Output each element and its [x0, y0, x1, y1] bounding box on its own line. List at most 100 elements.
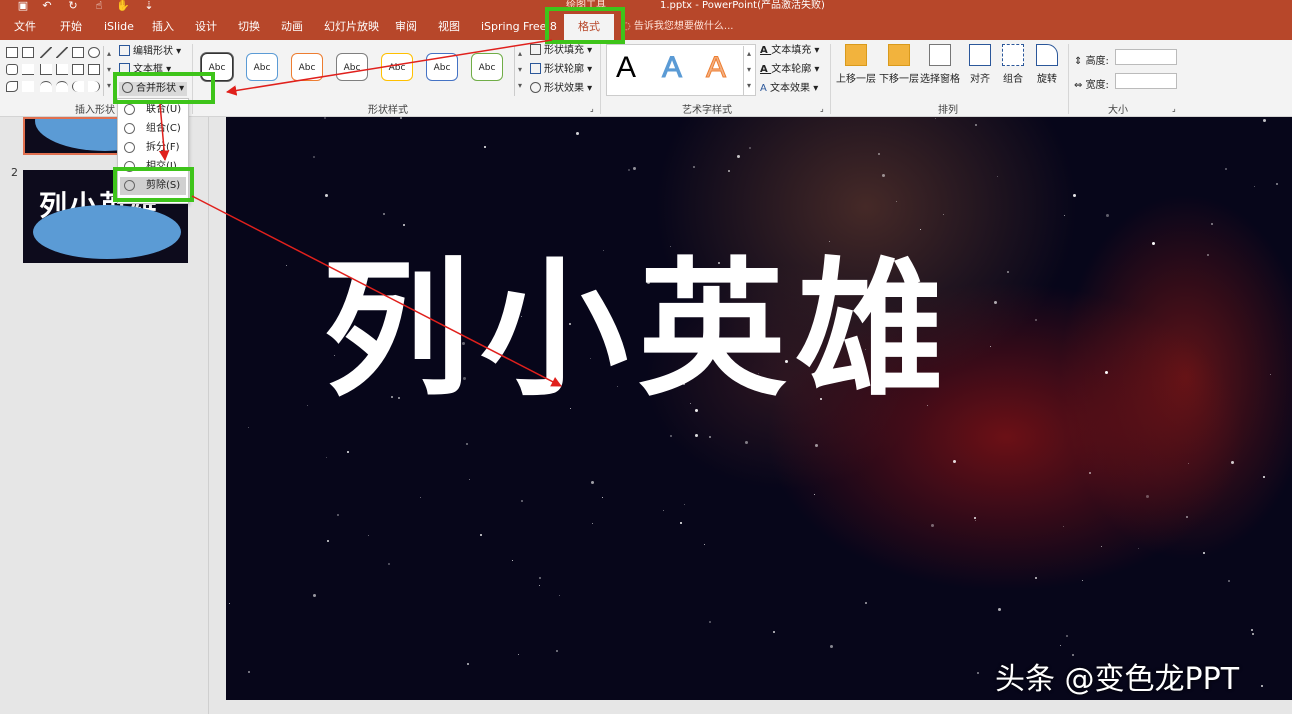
scribble-shape-icon[interactable]	[22, 81, 34, 92]
tab-islide[interactable]: iSlide	[104, 14, 134, 40]
shape-effects-button[interactable]: 形状效果 ▾	[530, 82, 592, 96]
down-arrow-shape-icon[interactable]	[88, 64, 100, 75]
star	[576, 132, 579, 135]
star	[693, 166, 695, 168]
undo-icon[interactable]: ↶	[40, 0, 54, 12]
star	[1231, 461, 1234, 464]
right-brace-shape-icon[interactable]	[88, 81, 100, 92]
shape-style-swatch[interactable]: Abc	[336, 53, 368, 81]
edit-shape-button[interactable]: 编辑形状 ▾	[119, 45, 181, 59]
star	[1035, 319, 1037, 321]
star	[830, 645, 833, 648]
shape-style-swatch[interactable]: Abc	[291, 53, 323, 81]
oval-shape-icon[interactable]	[88, 47, 100, 58]
bring-forward-button[interactable]: 上移一层	[834, 44, 878, 85]
shape-styles-scroll[interactable]: ▴ ▾ ▾	[514, 46, 525, 96]
text-effects-icon: A	[760, 83, 771, 94]
freeform-shape-icon[interactable]	[6, 81, 18, 92]
text-outline-button[interactable]: A 文本轮廓 ▾	[760, 63, 819, 77]
selection-pane-button[interactable]: 选择窗格	[918, 44, 962, 85]
star	[1211, 223, 1213, 225]
fragment-label: 拆分(F)	[146, 142, 180, 153]
wordart-blue-sample[interactable]: A	[661, 51, 682, 84]
star	[1252, 633, 1254, 635]
tab-view[interactable]: 视图	[438, 14, 460, 40]
save-icon[interactable]: ▣	[16, 0, 30, 12]
textbox-shape-icon[interactable]	[6, 47, 18, 58]
shape-outline-button[interactable]: 形状轮廓 ▾	[530, 63, 592, 77]
right-arrow-shape-icon[interactable]	[72, 64, 84, 75]
width-label: ⇔ 宽度:	[1074, 76, 1109, 91]
star	[997, 176, 998, 177]
star	[1082, 580, 1083, 581]
star	[684, 504, 685, 505]
union-icon	[124, 104, 135, 115]
tab-file[interactable]: 文件	[14, 14, 36, 40]
star	[420, 497, 421, 498]
height-input[interactable]	[1115, 49, 1177, 65]
text-fill-button[interactable]: A 文本填充 ▾	[760, 44, 819, 58]
group-separator	[1068, 44, 1069, 114]
arrange-group-label: 排列	[938, 105, 958, 116]
star	[745, 441, 748, 444]
shape-styles-launcher-icon[interactable]: ⌟	[590, 102, 594, 116]
slide-title[interactable]: 列小英雄	[322, 235, 954, 425]
star	[324, 117, 326, 119]
rectangle-shape-icon[interactable]	[72, 47, 84, 58]
wordart-gallery-scroll[interactable]: ▴ ▾ ▾	[743, 46, 754, 96]
shape-style-swatch[interactable]: Abc	[381, 53, 413, 81]
tab-review[interactable]: 审阅	[395, 14, 417, 40]
touch-icon[interactable]: ☝	[92, 0, 106, 12]
slide-thumbnails-pane: 2 列小英雄	[0, 117, 209, 714]
star	[935, 118, 936, 119]
rotate-button[interactable]: 旋转	[1025, 44, 1069, 85]
customize-icon[interactable]: ⇣	[142, 0, 156, 12]
wordart-black-sample[interactable]: A	[616, 52, 636, 84]
menu-item-combine[interactable]: 组合(C)	[120, 120, 186, 138]
star	[1146, 495, 1149, 498]
wordart-orange-sample[interactable]: A	[705, 51, 726, 84]
tab-insert[interactable]: 插入	[152, 14, 174, 40]
star	[469, 479, 470, 480]
elbow-connector-shape-icon[interactable]	[40, 64, 52, 75]
shape-style-swatch[interactable]: Abc	[246, 53, 278, 81]
star	[773, 631, 775, 633]
arrow-line-shape-icon[interactable]	[56, 47, 68, 58]
star	[670, 435, 672, 437]
left-brace-shape-icon[interactable]	[72, 81, 84, 92]
highlight-format-tab	[545, 7, 625, 44]
window-title: 1.pptx - PowerPoint(产品激活失败)	[660, 0, 825, 11]
send-backward-button[interactable]: 下移一层	[877, 44, 921, 85]
line-shape-icon[interactable]	[40, 47, 52, 58]
shape-style-swatch[interactable]: Abc	[471, 53, 503, 81]
tab-animations[interactable]: 动画	[281, 14, 303, 40]
shape-style-swatch[interactable]: Abc	[426, 53, 458, 81]
arc-shape-icon[interactable]	[40, 81, 52, 92]
shape-fill-button[interactable]: 形状填充 ▾	[530, 44, 592, 58]
redo-icon[interactable]: ↻	[66, 0, 80, 12]
elbow-arrow-shape-icon[interactable]	[56, 64, 68, 75]
tab-transitions[interactable]: 切换	[238, 14, 260, 40]
tab-slideshow[interactable]: 幻灯片放映	[324, 14, 379, 40]
pointer-icon[interactable]: ✋	[116, 0, 130, 12]
star	[728, 170, 730, 172]
tell-me-search[interactable]: ◌ 告诉我您想要做什么...	[622, 14, 733, 40]
size-launcher-icon[interactable]: ⌟	[1172, 102, 1176, 116]
rounded-rect-shape-icon[interactable]	[6, 64, 18, 75]
width-input[interactable]	[1115, 73, 1177, 89]
wordart-launcher-icon[interactable]: ⌟	[820, 102, 824, 116]
menu-item-fragment[interactable]: 拆分(F)	[120, 139, 186, 157]
tab-design[interactable]: 设计	[195, 14, 217, 40]
star	[388, 563, 390, 565]
star	[1063, 526, 1064, 527]
slide-canvas[interactable]: 列小英雄	[226, 117, 1292, 700]
height-label: ⇕ 高度:	[1074, 52, 1109, 67]
tab-home[interactable]: 开始	[60, 14, 82, 40]
star	[1089, 472, 1091, 474]
star	[337, 514, 339, 516]
curve-shape-icon[interactable]	[56, 81, 68, 92]
star	[920, 229, 921, 230]
text-effects-button[interactable]: A 文本效果 ▾	[760, 82, 818, 96]
triangle-shape-icon[interactable]	[22, 64, 34, 75]
vtextbox-shape-icon[interactable]	[22, 47, 34, 58]
